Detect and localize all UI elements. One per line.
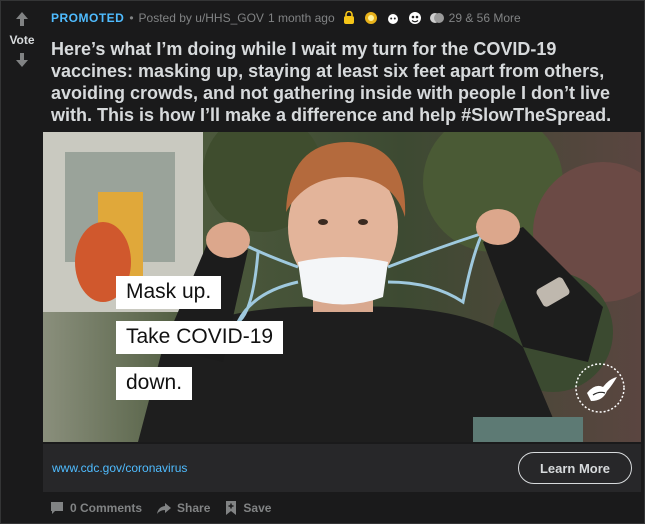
posted-by-link[interactable]: Posted by u/HHS_GOV	[139, 11, 264, 25]
silver-award-icon[interactable]	[363, 10, 379, 26]
awards-count[interactable]: 29 & 56 More	[449, 11, 521, 25]
comments-label: 0 Comments	[70, 501, 143, 515]
post-age: 1 month ago	[267, 11, 335, 25]
post-meta: PROMOTED • Posted by u/HHS_GOV 1 month a…	[51, 8, 634, 28]
wholesome-award-icon[interactable]	[385, 10, 401, 26]
promoted-label: PROMOTED	[51, 11, 125, 25]
vote-column: Vote	[1, 1, 43, 524]
meta-separator: •	[129, 11, 134, 25]
comment-icon	[51, 502, 63, 514]
downvote-icon[interactable]	[12, 50, 32, 70]
coin-award-icon[interactable]	[341, 10, 357, 26]
ad-url-link[interactable]: www.cdc.gov/coronavirus	[52, 461, 187, 475]
share-icon	[157, 503, 172, 514]
upvote-icon[interactable]	[12, 9, 32, 29]
hhs-seal-icon	[573, 361, 627, 420]
ad-text-line-2: Take COVID-19	[116, 321, 284, 354]
gold-award-icon[interactable]	[429, 10, 445, 26]
bookmark-icon	[226, 501, 237, 515]
ad-text-line-1: Mask up.	[116, 276, 222, 309]
post-footer: 0 Comments Share Save	[49, 497, 285, 519]
save-label: Save	[243, 501, 272, 515]
ad-text-line-3: down.	[116, 367, 193, 400]
share-button[interactable]: Share	[156, 500, 210, 516]
save-button[interactable]: Save	[224, 500, 271, 516]
ad-link-bar: www.cdc.gov/coronavirus Learn More	[43, 444, 641, 492]
learn-more-button[interactable]: Learn More	[518, 452, 632, 484]
post-title[interactable]: Here’s what I’m doing while I wait my tu…	[51, 38, 636, 126]
promoted-post-card: Vote PROMOTED • Posted by u/HHS_GOV 1 mo…	[0, 0, 645, 524]
helpful-award-icon[interactable]	[407, 10, 423, 26]
share-label: Share	[177, 501, 211, 515]
comments-button[interactable]: 0 Comments	[49, 500, 142, 516]
ad-image[interactable]: Mask up. Take COVID-19 down.	[43, 132, 641, 442]
vote-label: Vote	[9, 33, 35, 47]
